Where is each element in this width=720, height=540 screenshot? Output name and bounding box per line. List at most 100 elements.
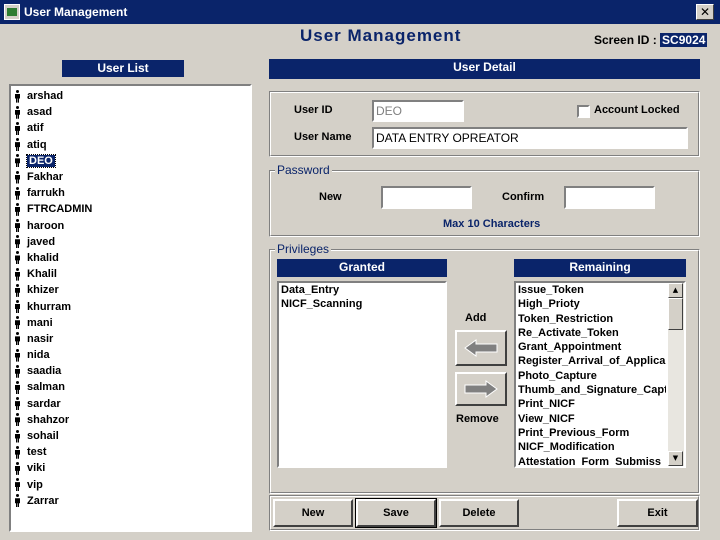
list-item[interactable]: shahzor bbox=[11, 412, 250, 428]
screen-id-label: Screen ID : bbox=[594, 33, 657, 47]
granted-list[interactable]: Data_Entry NICF_Scanning bbox=[277, 281, 447, 468]
user-name: salman bbox=[27, 381, 65, 394]
list-item[interactable]: mani bbox=[11, 315, 250, 331]
list-item[interactable]: Re_Activate_Token bbox=[518, 327, 666, 341]
list-item[interactable]: Data_Entry bbox=[281, 284, 443, 298]
list-item[interactable]: FTRCADMIN bbox=[11, 201, 250, 217]
list-item[interactable]: NICF_Modification bbox=[518, 441, 666, 455]
list-item[interactable]: vip bbox=[11, 477, 250, 493]
list-item[interactable]: khalid bbox=[11, 250, 250, 266]
list-item[interactable]: Photo_Capture bbox=[518, 370, 666, 384]
user-name: vip bbox=[27, 478, 43, 491]
list-item[interactable]: DEO bbox=[11, 153, 250, 169]
list-item[interactable]: Issue_Token bbox=[518, 284, 666, 298]
scroll-up-icon[interactable]: ▲ bbox=[668, 283, 683, 298]
screen-id: Screen ID : SC9024 bbox=[594, 33, 708, 47]
remaining-list[interactable]: Issue_Token High_Prioty Token_Restriction R… bbox=[514, 281, 686, 468]
list-item[interactable]: sardar bbox=[11, 396, 250, 412]
person-icon bbox=[14, 154, 21, 167]
list-item[interactable]: viki bbox=[11, 460, 250, 476]
user-name-field[interactable]: DATA ENTRY OPREATOR bbox=[372, 127, 688, 149]
user-list-header: User List bbox=[62, 60, 184, 77]
user-name: khalid bbox=[27, 251, 59, 264]
user-list[interactable]: arshad asad atif atiq DEO Fakhar farrukh FTRCAD… bbox=[9, 84, 252, 532]
person-icon bbox=[14, 267, 21, 281]
list-item[interactable]: Token_Restriction bbox=[518, 313, 666, 327]
save-button[interactable]: Save bbox=[355, 498, 437, 528]
delete-button[interactable]: Delete bbox=[439, 499, 519, 527]
remaining-scrollbar[interactable]: ▲ ▼ bbox=[668, 283, 684, 466]
user-name: mani bbox=[27, 316, 53, 329]
user-name: atif bbox=[27, 122, 44, 135]
person-icon bbox=[14, 445, 21, 459]
person-icon bbox=[14, 89, 21, 103]
user-name: test bbox=[27, 446, 47, 459]
list-item[interactable]: khurram bbox=[11, 298, 250, 314]
user-name: DEO bbox=[26, 153, 56, 168]
person-icon bbox=[14, 429, 21, 443]
confirm-password-label: Confirm bbox=[502, 191, 545, 203]
exit-button[interactable]: Exit bbox=[617, 499, 698, 527]
scroll-thumb[interactable] bbox=[668, 298, 683, 330]
list-item[interactable]: farrukh bbox=[11, 185, 250, 201]
list-item[interactable]: Fakhar bbox=[11, 169, 250, 185]
list-item[interactable]: salman bbox=[11, 379, 250, 395]
list-item[interactable]: Khalil bbox=[11, 266, 250, 282]
list-item[interactable]: Register_Arrival_of_Applica bbox=[518, 355, 666, 369]
user-name: khurram bbox=[27, 300, 72, 313]
list-item[interactable]: sohail bbox=[11, 428, 250, 444]
list-item[interactable]: haroon bbox=[11, 218, 250, 234]
new-button[interactable]: New bbox=[273, 499, 353, 527]
list-item[interactable]: Grant_Appointment bbox=[518, 341, 666, 355]
person-icon bbox=[14, 121, 21, 135]
list-item[interactable]: NICF_Scanning bbox=[281, 298, 443, 312]
person-icon bbox=[14, 219, 21, 232]
person-icon bbox=[14, 478, 21, 491]
list-item[interactable]: saadia bbox=[11, 363, 250, 379]
person-icon bbox=[14, 397, 21, 410]
list-item[interactable]: arshad bbox=[11, 88, 250, 104]
person-icon bbox=[14, 413, 21, 426]
scroll-down-icon[interactable]: ▼ bbox=[668, 451, 683, 466]
person-icon bbox=[14, 364, 21, 378]
list-item[interactable]: nasir bbox=[11, 331, 250, 347]
user-name: sohail bbox=[27, 430, 59, 443]
list-item[interactable]: test bbox=[11, 444, 250, 460]
list-item[interactable]: Print_NICF bbox=[518, 398, 666, 412]
user-name: sardar bbox=[27, 397, 61, 410]
list-item[interactable]: Attestation_Form_Submiss bbox=[518, 456, 666, 466]
page-title: User Management bbox=[300, 26, 462, 45]
user-id-field[interactable]: DEO bbox=[372, 100, 464, 122]
remove-label: Remove bbox=[456, 413, 499, 425]
list-item[interactable]: atiq bbox=[11, 137, 250, 153]
list-item[interactable]: Print_Previous_Form bbox=[518, 427, 666, 441]
new-password-field[interactable] bbox=[381, 186, 472, 209]
list-item[interactable]: nida bbox=[11, 347, 250, 363]
user-name: Zarrar bbox=[27, 494, 59, 507]
person-icon bbox=[14, 251, 21, 264]
confirm-password-field[interactable] bbox=[564, 186, 655, 209]
arrow-left-icon bbox=[464, 339, 498, 357]
user-name: haroon bbox=[27, 219, 65, 232]
account-locked-label: Account Locked bbox=[594, 104, 680, 116]
person-icon bbox=[14, 283, 21, 297]
person-icon bbox=[14, 316, 21, 329]
account-locked-checkbox[interactable] bbox=[577, 105, 590, 118]
list-item[interactable]: View_NICF bbox=[518, 413, 666, 427]
person-icon bbox=[14, 380, 21, 394]
list-item[interactable]: javed bbox=[11, 234, 250, 250]
list-item[interactable]: atif bbox=[11, 120, 250, 136]
list-item[interactable]: Zarrar bbox=[11, 493, 250, 509]
person-icon bbox=[14, 348, 21, 362]
remaining-header: Remaining bbox=[514, 259, 686, 277]
person-icon bbox=[14, 202, 21, 216]
list-item[interactable]: asad bbox=[11, 104, 250, 120]
list-item[interactable]: High_Prioty bbox=[518, 298, 666, 312]
user-name: Khalil bbox=[27, 268, 57, 281]
list-item[interactable]: Thumb_and_Signature_Capt bbox=[518, 384, 666, 398]
add-button[interactable] bbox=[455, 330, 507, 366]
close-icon[interactable]: ✕ bbox=[696, 4, 714, 20]
list-item[interactable]: khizer bbox=[11, 282, 250, 298]
remove-button[interactable] bbox=[455, 372, 507, 406]
new-password-label: New bbox=[319, 191, 342, 203]
